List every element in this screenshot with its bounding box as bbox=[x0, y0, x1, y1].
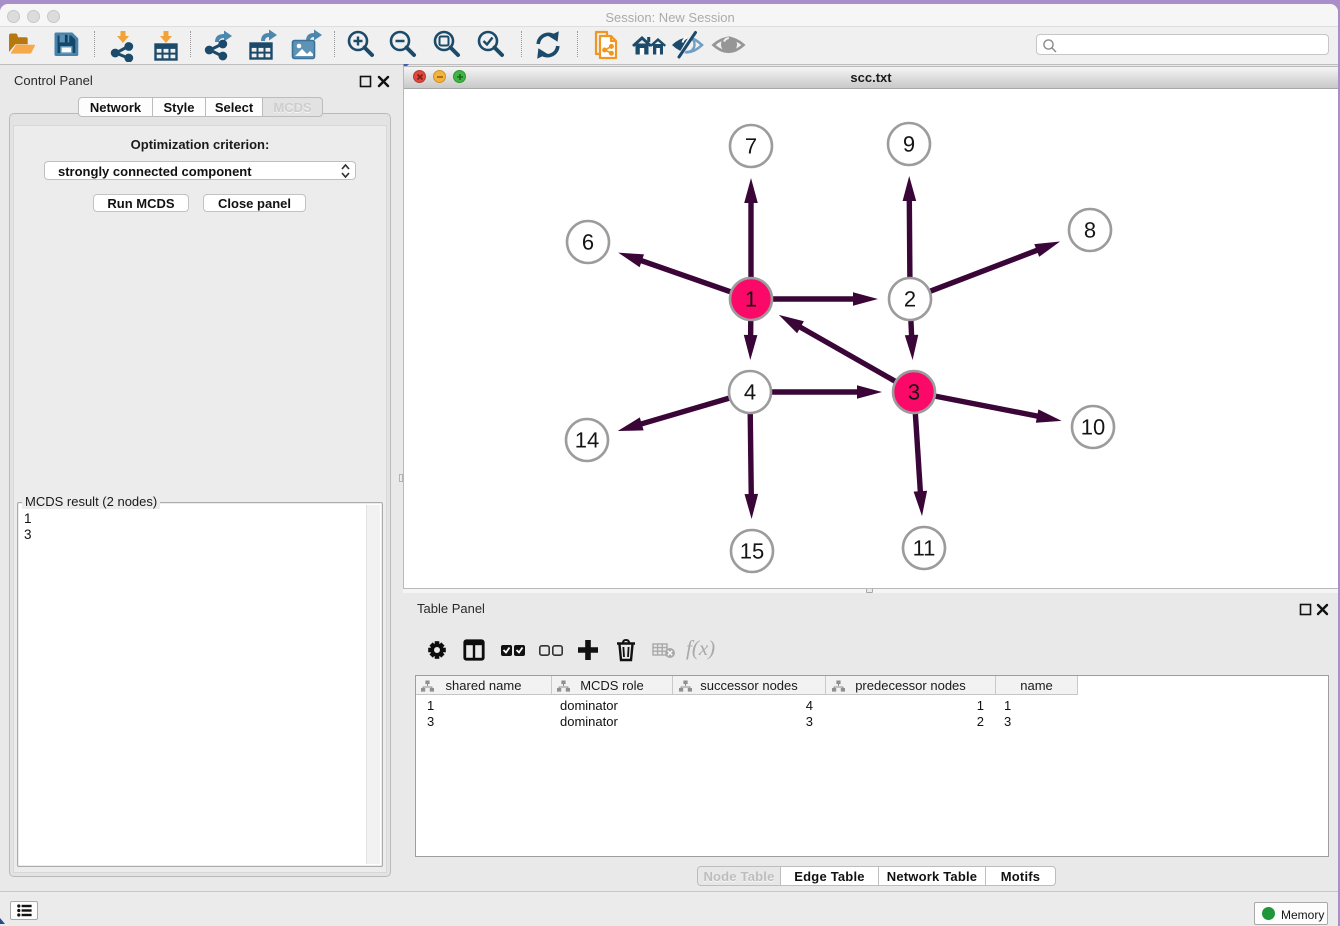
svg-text:8: 8 bbox=[1084, 218, 1096, 243]
svg-text:15: 15 bbox=[740, 539, 764, 564]
svg-text:3: 3 bbox=[908, 380, 920, 405]
svg-text:14: 14 bbox=[575, 428, 599, 453]
svg-text:4: 4 bbox=[744, 380, 756, 405]
svg-text:11: 11 bbox=[913, 536, 936, 561]
svg-text:6: 6 bbox=[582, 230, 594, 255]
svg-text:10: 10 bbox=[1081, 415, 1105, 440]
svg-text:9: 9 bbox=[903, 132, 915, 157]
svg-text:7: 7 bbox=[745, 134, 757, 159]
svg-text:2: 2 bbox=[904, 287, 916, 312]
svg-text:1: 1 bbox=[745, 287, 757, 312]
